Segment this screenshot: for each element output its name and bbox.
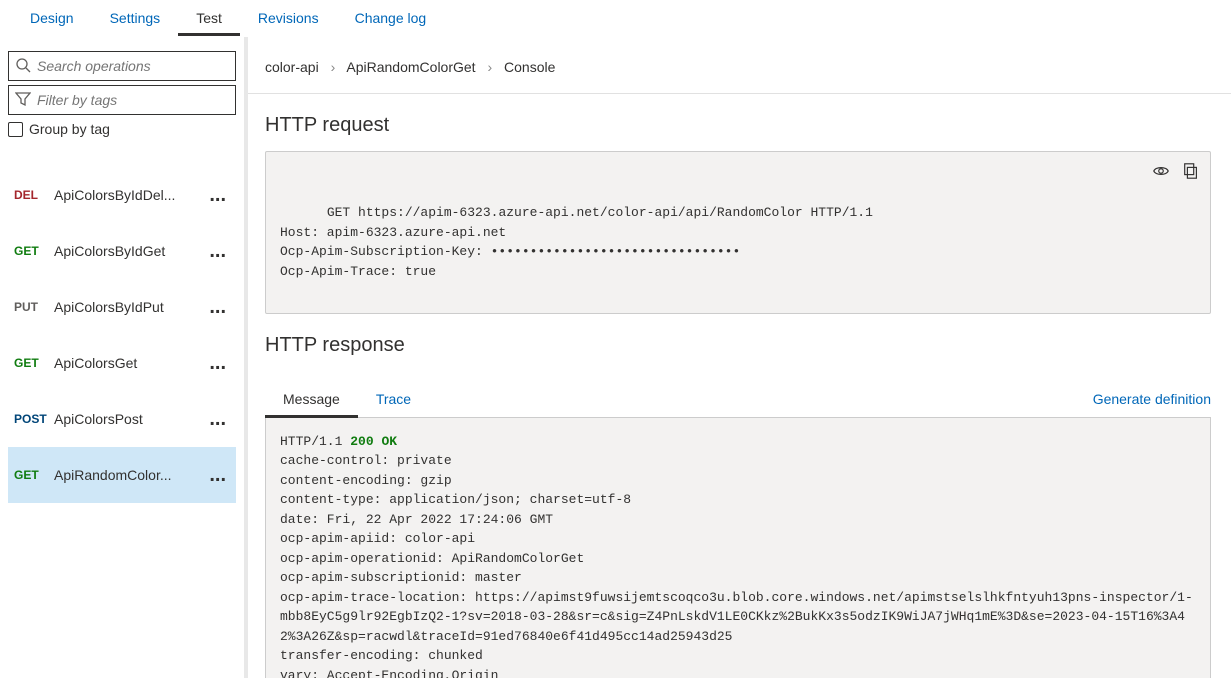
tab-settings[interactable]: Settings <box>92 0 179 36</box>
operation-name: ApiColorsByIdDel... <box>54 187 205 203</box>
http-request-text: GET https://apim-6323.azure-api.net/colo… <box>280 205 873 279</box>
group-by-tag-label: Group by tag <box>29 121 110 137</box>
group-by-tag-row[interactable]: Group by tag <box>8 121 236 137</box>
operation-verb: DEL <box>14 188 54 202</box>
operation-name: ApiColorsByIdPut <box>54 299 205 315</box>
tab-test[interactable]: Test <box>178 0 240 36</box>
operation-verb: GET <box>14 468 54 482</box>
breadcrumb: color-api › ApiRandomColorGet › Console <box>245 37 1231 94</box>
breadcrumb-operation[interactable]: ApiRandomColorGet <box>346 59 475 75</box>
operation-more-button[interactable]: ... <box>205 358 230 368</box>
filter-input[interactable] <box>37 92 229 108</box>
operations-sidebar: Group by tag DELApiColorsByIdDel......GE… <box>0 37 245 678</box>
operation-name: ApiColorsGet <box>54 355 205 371</box>
operation-item[interactable]: POSTApiColorsPost... <box>8 391 236 447</box>
group-by-tag-checkbox[interactable] <box>8 122 23 137</box>
response-status-code: 200 OK <box>350 434 397 449</box>
response-tabs: Message Trace <box>265 381 429 417</box>
operation-more-button[interactable]: ... <box>205 190 230 200</box>
operation-name: ApiRandomColor... <box>54 467 205 483</box>
generate-definition-link[interactable]: Generate definition <box>1093 391 1211 417</box>
operation-verb: POST <box>14 412 54 426</box>
top-tabs: Design Settings Test Revisions Change lo… <box>0 0 1231 37</box>
search-operations[interactable] <box>8 51 236 81</box>
operation-item[interactable]: GETApiColorsByIdGet... <box>8 223 236 279</box>
operation-item[interactable]: GETApiColorsGet... <box>8 335 236 391</box>
operation-verb: GET <box>14 244 54 258</box>
operation-item[interactable]: DELApiColorsByIdDel...... <box>8 167 236 223</box>
operation-verb: PUT <box>14 300 54 314</box>
chevron-right-icon: › <box>323 59 344 75</box>
tab-message[interactable]: Message <box>265 381 358 418</box>
breadcrumb-api[interactable]: color-api <box>265 59 319 75</box>
operation-more-button[interactable]: ... <box>205 414 230 424</box>
operations-list: DELApiColorsByIdDel......GETApiColorsByI… <box>8 167 236 503</box>
operation-verb: GET <box>14 356 54 370</box>
search-icon <box>15 57 31 76</box>
operation-name: ApiColorsPost <box>54 411 205 427</box>
filter-by-tags[interactable] <box>8 85 236 115</box>
http-request-title: HTTP request <box>245 94 1231 151</box>
http-request-block: GET https://apim-6323.azure-api.net/colo… <box>265 151 1211 314</box>
copy-button[interactable] <box>1182 162 1200 180</box>
operation-name: ApiColorsByIdGet <box>54 243 205 259</box>
reveal-secrets-button[interactable] <box>1152 162 1170 180</box>
operation-more-button[interactable]: ... <box>205 302 230 312</box>
filter-icon <box>15 91 31 110</box>
http-response-block: HTTP/1.1 200 OK cache-control: private c… <box>265 418 1211 679</box>
response-protocol: HTTP/1.1 <box>280 434 342 449</box>
content-area: color-api › ApiRandomColorGet › Console … <box>245 37 1231 678</box>
operation-item[interactable]: PUTApiColorsByIdPut... <box>8 279 236 335</box>
chevron-right-icon: › <box>479 59 500 75</box>
search-input[interactable] <box>37 58 229 74</box>
operation-more-button[interactable]: ... <box>205 470 230 480</box>
response-headers-text: cache-control: private content-encoding:… <box>280 453 1193 678</box>
operation-item[interactable]: GETApiRandomColor...... <box>8 447 236 503</box>
http-response-title: HTTP response <box>245 314 1231 371</box>
operation-more-button[interactable]: ... <box>205 246 230 256</box>
tab-trace[interactable]: Trace <box>358 381 429 417</box>
tab-revisions[interactable]: Revisions <box>240 0 337 36</box>
tab-design[interactable]: Design <box>12 0 92 36</box>
breadcrumb-page: Console <box>504 59 555 75</box>
tab-changelog[interactable]: Change log <box>337 0 445 36</box>
